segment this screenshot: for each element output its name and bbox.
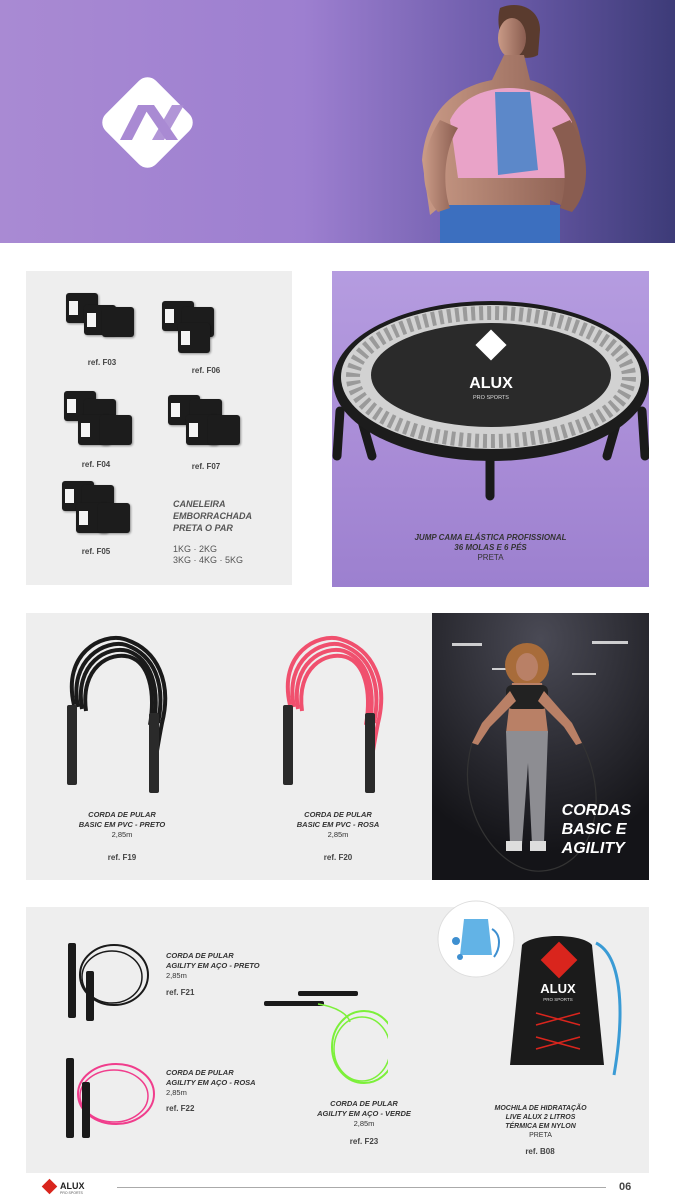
- basic-rope-black-image: [67, 636, 168, 793]
- ankle-weights-title: CANELEIRA EMBORRACHADA PRETA O PAR: [173, 499, 252, 533]
- ref-f23: ref. F23: [349, 1137, 379, 1146]
- trampoline-tagline-text: PRO SPORTS: [473, 395, 509, 401]
- basic-rope-pink-image: [283, 636, 384, 793]
- ref-f22: ref. F22: [166, 1104, 195, 1113]
- agility-rope-green-caption: CORDA DE PULAR AGILITY EM AÇO - VERDE 2,…: [317, 1099, 411, 1128]
- footer-divider: [117, 1187, 606, 1188]
- ref-f06: ref. F06: [191, 366, 221, 375]
- footer-tagline-text: PRO SPORTS: [60, 1191, 84, 1195]
- ankle-weight-f07-image: [168, 395, 244, 453]
- ankle-weight-f03-image: [66, 293, 136, 343]
- page-number: 06: [619, 1181, 632, 1193]
- trampoline-brand-text: ALUX: [469, 375, 513, 392]
- ankle-weights-panel: ref. F03 ref. F06 ref. F04 ref. F07 ref.…: [26, 271, 292, 585]
- ankle-weights-sizes: 1KG · 2KG 3KG · 4KG · 5KG: [173, 544, 244, 565]
- ropes-photo-headline: CORDAS BASIC E AGILITY: [561, 802, 631, 857]
- hero-banner: [0, 0, 675, 243]
- agility-rope-green-image: [264, 991, 388, 1084]
- trampoline-caption: JUMP CAMA ELÁSTICA PROFISSIONAL 36 MOLAS…: [414, 533, 567, 562]
- ref-f21: ref. F21: [166, 988, 195, 997]
- basic-ropes-panel: CORDA DE PULAR BASIC EM PVC - PRETO 2,85…: [26, 613, 432, 880]
- ref-f07: ref. F07: [191, 462, 221, 471]
- ankle-weight-f06-image: [162, 301, 232, 357]
- ref-f20: ref. F20: [323, 853, 353, 862]
- basic-rope-pink-caption: CORDA DE PULAR BASIC EM PVC - ROSA 2,85m: [296, 810, 380, 839]
- alux-logo-icon: [102, 77, 193, 168]
- ref-f03: ref. F03: [87, 358, 117, 367]
- ropes-lifestyle-photo: CORDAS BASIC E AGILITY: [432, 613, 649, 880]
- agility-rope-black-caption: CORDA DE PULAR AGILITY EM AÇO - PRETO 2,…: [166, 951, 260, 980]
- ref-b08: ref. B08: [525, 1147, 555, 1156]
- trampoline-panel: ALUX PRO SPORTS JUMP CAMA ELÁSTICA PROFI…: [332, 271, 649, 587]
- backpack-panel: ALUX PRO SPORTS MOCHILA DE HIDRATAÇÃO LI…: [432, 900, 649, 1173]
- agility-rope-black-image: [68, 943, 149, 1021]
- basic-rope-black-caption: CORDA DE PULAR BASIC EM PVC - PRETO 2,85…: [78, 810, 166, 839]
- backpack-tagline-text: PRO SPORTS: [543, 997, 572, 1002]
- backpack-brand-text: ALUX: [540, 981, 576, 996]
- footer-alux-logo-icon: ALUX PRO SPORTS: [41, 1178, 85, 1195]
- athlete-woman-photo: [422, 4, 587, 243]
- ref-f04: ref. F04: [81, 460, 111, 469]
- backpack-image: ALUX PRO SPORTS: [510, 936, 622, 1076]
- ankle-weight-f05-image: [62, 481, 132, 539]
- agility-ropes-panel: CORDA DE PULAR AGILITY EM AÇO - PRETO 2,…: [26, 907, 432, 1173]
- agility-rope-pink-image: [66, 1058, 155, 1138]
- ref-f19: ref. F19: [107, 853, 137, 862]
- ankle-weight-f04-image: [64, 391, 134, 447]
- ref-f05: ref. F05: [81, 547, 111, 556]
- backpack-caption: MOCHILA DE HIDRATAÇÃO LIVE ALUX 2 LITROS…: [494, 1105, 587, 1139]
- footer-brand-text: ALUX: [60, 1181, 85, 1191]
